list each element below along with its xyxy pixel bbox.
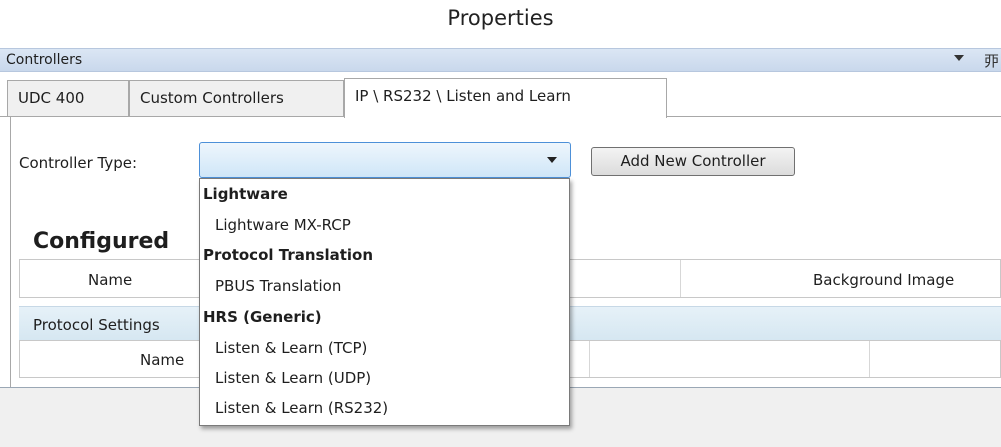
dropdown-option[interactable]: Listen & Learn (TCP) xyxy=(200,339,584,357)
column-header-name[interactable]: Name xyxy=(88,271,132,289)
controller-type-label: Controller Type: xyxy=(19,154,138,172)
dropdown-group-header: HRS (Generic) xyxy=(203,308,322,326)
chevron-down-icon[interactable] xyxy=(547,157,557,163)
panel-title: Controllers xyxy=(6,52,83,68)
controller-type-select[interactable] xyxy=(199,142,571,178)
panel-header xyxy=(0,48,1001,72)
dropdown-group-header: Lightware xyxy=(203,185,288,203)
tab-ip-rs232-listen-learn[interactable]: IP \ RS232 \ Listen and Learn xyxy=(344,78,667,118)
column-divider[interactable] xyxy=(589,341,590,377)
dropdown-option[interactable]: PBUS Translation xyxy=(200,277,584,295)
column-header-background-image[interactable]: Background Image xyxy=(813,271,954,289)
panel-menu-dropdown-icon[interactable] xyxy=(954,55,964,61)
tab-custom-controllers[interactable]: Custom Controllers xyxy=(129,80,344,116)
column-divider[interactable] xyxy=(680,260,681,297)
dropdown-option[interactable]: Lightware MX-RCP xyxy=(200,216,584,234)
window-title: Properties xyxy=(447,6,554,30)
column-header-name[interactable]: Name xyxy=(140,351,184,369)
protocol-settings-label: Protocol Settings xyxy=(33,316,160,334)
configured-heading: Configured xyxy=(33,229,170,254)
tab-udc-400[interactable]: UDC 400 xyxy=(7,80,129,116)
pin-icon[interactable]: 丣 xyxy=(984,50,999,71)
dropdown-group-header: Protocol Translation xyxy=(203,246,374,264)
column-divider[interactable] xyxy=(869,341,870,377)
controller-type-dropdown-list: Lightware Lightware MX-RCP Protocol Tran… xyxy=(199,178,570,426)
dropdown-option[interactable]: Listen & Learn (RS232) xyxy=(200,399,584,417)
add-new-controller-button[interactable]: Add New Controller xyxy=(591,147,795,176)
dropdown-option[interactable]: Listen & Learn (UDP) xyxy=(200,369,584,387)
